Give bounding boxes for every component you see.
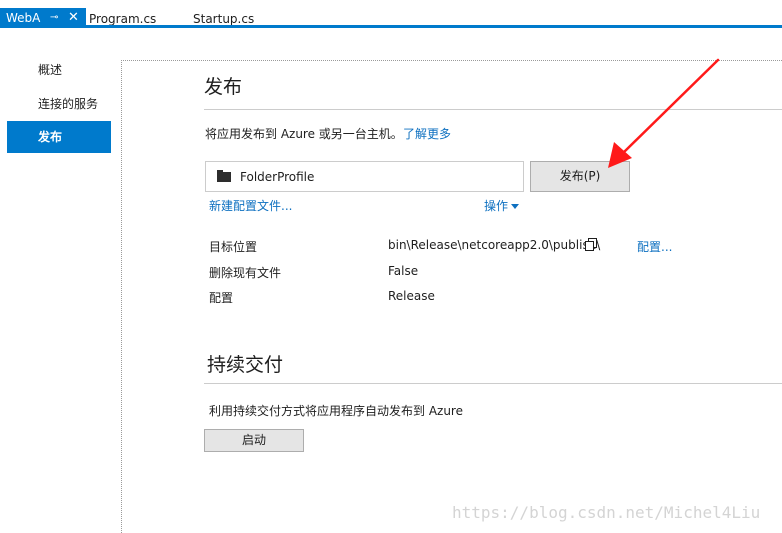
learn-more-link[interactable]: 了解更多 <box>403 125 451 142</box>
actions-label: 操作 <box>484 199 509 213</box>
watermark: https://blog.csdn.net/Michel4Liu <box>452 503 761 522</box>
sidebar-item-publish[interactable]: 发布 <box>7 121 111 153</box>
continuous-delivery-description: 利用持续交付方式将应用程序自动发布到 Azure <box>209 404 463 418</box>
chevron-down-icon <box>511 204 520 209</box>
publish-description: 将应用发布到 Azure 或另一台主机。 <box>205 127 403 141</box>
setting-value: Release <box>388 289 435 303</box>
document-tab-bar: WebA ⊸ ✕ Program.cs Startup.cs <box>0 0 782 28</box>
setting-value: False <box>388 264 419 278</box>
sidebar-item-connected-services[interactable]: 连接的服务 <box>7 88 111 120</box>
folder-icon <box>217 170 231 182</box>
divider <box>204 383 782 384</box>
close-icon[interactable]: ✕ <box>68 11 80 24</box>
setting-label: 配置 <box>209 291 234 305</box>
copy-icon[interactable] <box>585 238 597 251</box>
pin-icon[interactable]: ⊸ <box>50 12 62 24</box>
start-button[interactable]: 启动 <box>204 429 304 452</box>
continuous-delivery-heading: 持续交付 <box>207 354 284 376</box>
publish-button[interactable]: 发布(P) <box>530 161 630 192</box>
divider <box>204 109 782 110</box>
profile-selector[interactable]: FolderProfile <box>205 161 524 192</box>
publish-heading: 发布 <box>204 76 243 98</box>
panel-border <box>121 60 782 61</box>
sidebar-item-overview[interactable]: 概述 <box>7 54 111 86</box>
tab-program-cs[interactable]: Program.cs <box>86 8 190 26</box>
tab-startup-cs[interactable]: Startup.cs <box>190 8 300 26</box>
actions-dropdown[interactable]: 操作 <box>484 197 520 214</box>
configure-link[interactable]: 配置... <box>637 238 672 255</box>
profile-name: FolderProfile <box>240 170 315 184</box>
setting-value: bin\Release\netcoreapp2.0\publish\ <box>388 238 601 252</box>
new-profile-link[interactable]: 新建配置文件... <box>209 197 292 214</box>
panel-border <box>121 60 122 533</box>
tab-accent-line <box>0 25 782 28</box>
setting-label: 目标位置 <box>209 240 258 254</box>
setting-label: 删除现有文件 <box>209 266 282 280</box>
